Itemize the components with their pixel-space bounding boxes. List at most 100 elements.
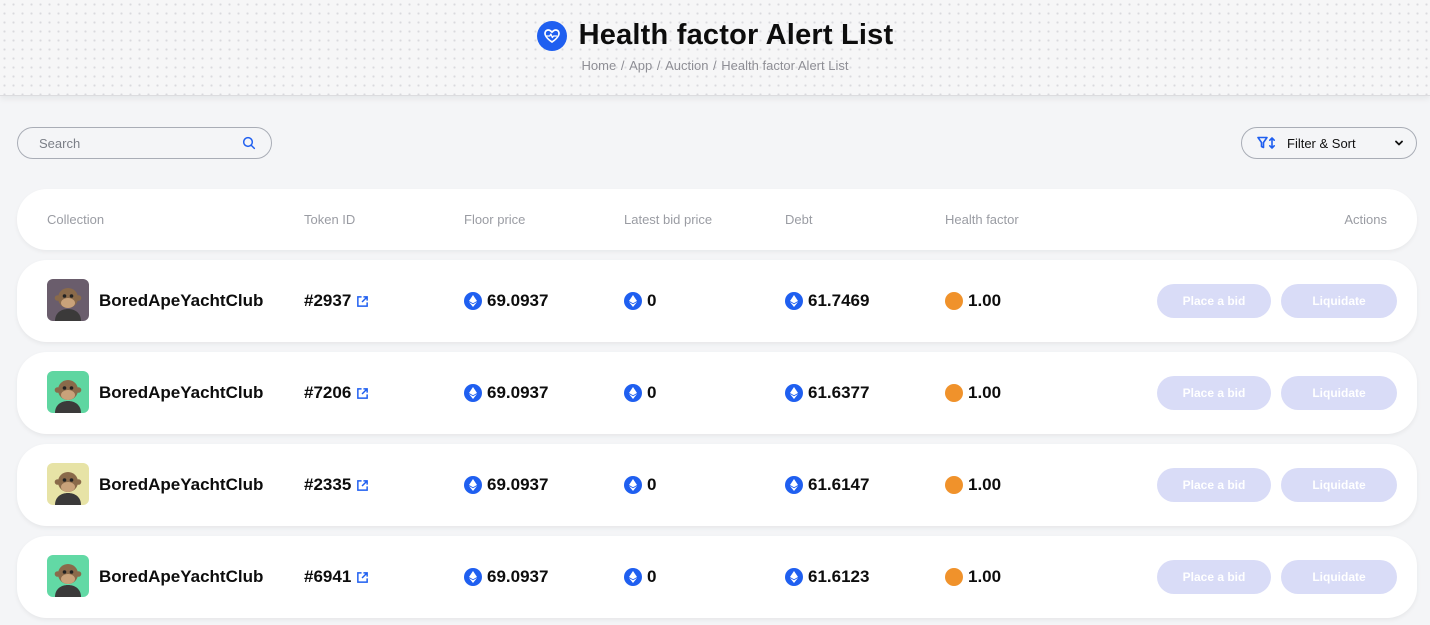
column-header-actions: Actions	[1344, 212, 1387, 227]
token-id[interactable]: #7206	[304, 383, 369, 403]
filter-sort-icon	[1257, 136, 1275, 149]
avatar[interactable]	[47, 279, 89, 321]
floor-price-cell: 69.0937	[464, 567, 548, 587]
column-header-floor-price[interactable]: Floor price	[464, 212, 525, 227]
health-status-dot-icon	[945, 384, 963, 402]
health-status-dot-icon	[945, 292, 963, 310]
token-id-text: #2335	[304, 475, 352, 494]
column-header-collection[interactable]: Collection	[47, 212, 104, 227]
debt-value: 61.6123	[808, 567, 870, 586]
column-header-token-id[interactable]: Token ID	[304, 212, 355, 227]
latest-bid-value: 0	[647, 383, 657, 402]
breadcrumb: Home / App / Auction / Health factor Ale…	[581, 58, 849, 73]
debt-value: 61.6147	[808, 475, 870, 494]
latest-bid-value: 0	[647, 475, 657, 494]
eth-icon	[785, 292, 803, 310]
external-link-icon[interactable]	[356, 387, 369, 400]
breadcrumb-auction[interactable]: Auction	[665, 58, 708, 73]
eth-icon	[464, 292, 482, 310]
liquidate-button[interactable]: Liquidate	[1281, 560, 1397, 594]
place-bid-button[interactable]: Place a bid	[1157, 560, 1271, 594]
latest-bid-value: 0	[647, 291, 657, 310]
floor-price-cell: 69.0937	[464, 383, 548, 403]
eth-icon	[464, 476, 482, 494]
token-id[interactable]: #2335	[304, 475, 369, 495]
place-bid-button[interactable]: Place a bid	[1157, 468, 1271, 502]
breadcrumb-home[interactable]: Home	[582, 58, 617, 73]
token-id[interactable]: #6941	[304, 567, 369, 587]
floor-price-value: 69.0937	[487, 383, 549, 402]
health-factor-value: 1.00	[968, 291, 1002, 310]
floor-price-cell: 69.0937	[464, 475, 548, 495]
table-row[interactable]: BoredApeYachtClub #2937 69.0937 0 61.7469 1.0…	[17, 260, 1417, 342]
eth-icon	[624, 292, 642, 310]
liquidate-button[interactable]: Liquidate	[1281, 284, 1397, 318]
column-header-debt[interactable]: Debt	[785, 212, 812, 227]
debt-value: 61.7469	[808, 291, 870, 310]
latest-bid-cell: 0	[624, 567, 656, 587]
place-bid-button[interactable]: Place a bid	[1157, 376, 1271, 410]
health-factor-value: 1.00	[968, 475, 1002, 494]
collection-name[interactable]: BoredApeYachtClub	[99, 291, 263, 311]
table-row[interactable]: BoredApeYachtClub #6941 69.0937 0 61.6123 1.0…	[17, 536, 1417, 618]
table-header: Collection Token ID Floor price Latest b…	[17, 189, 1417, 250]
page-title: Health factor Alert List	[578, 19, 894, 51]
health-status-dot-icon	[945, 476, 963, 494]
page-header: Health factor Alert List Home / App / Au…	[0, 0, 1430, 96]
token-id-text: #7206	[304, 383, 352, 402]
health-factor-cell: 1.00	[945, 475, 1001, 495]
latest-bid-value: 0	[647, 567, 657, 586]
debt-value: 61.6377	[808, 383, 870, 402]
token-id[interactable]: #2937	[304, 291, 369, 311]
external-link-icon[interactable]	[356, 571, 369, 584]
latest-bid-cell: 0	[624, 383, 656, 403]
latest-bid-cell: 0	[624, 475, 656, 495]
liquidate-button[interactable]: Liquidate	[1281, 468, 1397, 502]
eth-icon	[785, 568, 803, 586]
latest-bid-cell: 0	[624, 291, 656, 311]
health-factor-value: 1.00	[968, 567, 1002, 586]
floor-price-value: 69.0937	[487, 567, 549, 586]
debt-cell: 61.6147	[785, 475, 869, 495]
column-header-health-factor[interactable]: Health factor	[945, 212, 1019, 227]
health-factor-cell: 1.00	[945, 291, 1001, 311]
external-link-icon[interactable]	[356, 479, 369, 492]
search-input[interactable]	[39, 135, 235, 151]
title-row: Health factor Alert List	[0, 19, 1430, 52]
floor-price-value: 69.0937	[487, 291, 549, 310]
token-id-text: #2937	[304, 291, 352, 310]
place-bid-button[interactable]: Place a bid	[1157, 284, 1271, 318]
filter-sort-dropdown[interactable]: Filter & Sort	[1241, 127, 1417, 159]
token-id-text: #6941	[304, 567, 352, 586]
liquidate-button[interactable]: Liquidate	[1281, 376, 1397, 410]
collection-name[interactable]: BoredApeYachtClub	[99, 475, 263, 495]
health-factor-value: 1.00	[968, 383, 1002, 402]
debt-cell: 61.7469	[785, 291, 869, 311]
collection-name[interactable]: BoredApeYachtClub	[99, 567, 263, 587]
breadcrumb-current: Health factor Alert List	[721, 58, 849, 73]
health-factor-cell: 1.00	[945, 567, 1001, 587]
avatar[interactable]	[47, 555, 89, 597]
health-factor-cell: 1.00	[945, 383, 1001, 403]
debt-cell: 61.6123	[785, 567, 869, 587]
table-row[interactable]: BoredApeYachtClub #7206 69.0937 0 61.6377 1.0…	[17, 352, 1417, 434]
eth-icon	[624, 384, 642, 402]
avatar[interactable]	[47, 463, 89, 505]
health-status-dot-icon	[945, 568, 963, 586]
table-row[interactable]: BoredApeYachtClub #2335 69.0937 0 61.6147 1.0…	[17, 444, 1417, 526]
search-icon[interactable]	[241, 135, 257, 151]
search-box	[17, 127, 272, 159]
eth-icon	[624, 568, 642, 586]
eth-icon	[464, 384, 482, 402]
floor-price-cell: 69.0937	[464, 291, 548, 311]
filter-sort-label: Filter & Sort	[1287, 135, 1356, 151]
collection-name[interactable]: BoredApeYachtClub	[99, 383, 263, 403]
external-link-icon[interactable]	[356, 295, 369, 308]
eth-icon	[624, 476, 642, 494]
column-header-latest-bid[interactable]: Latest bid price	[624, 212, 712, 227]
chevron-down-icon	[1395, 140, 1403, 146]
avatar[interactable]	[47, 371, 89, 413]
eth-icon	[785, 384, 803, 402]
heartbeat-icon	[536, 20, 567, 51]
breadcrumb-app[interactable]: App	[629, 58, 652, 73]
